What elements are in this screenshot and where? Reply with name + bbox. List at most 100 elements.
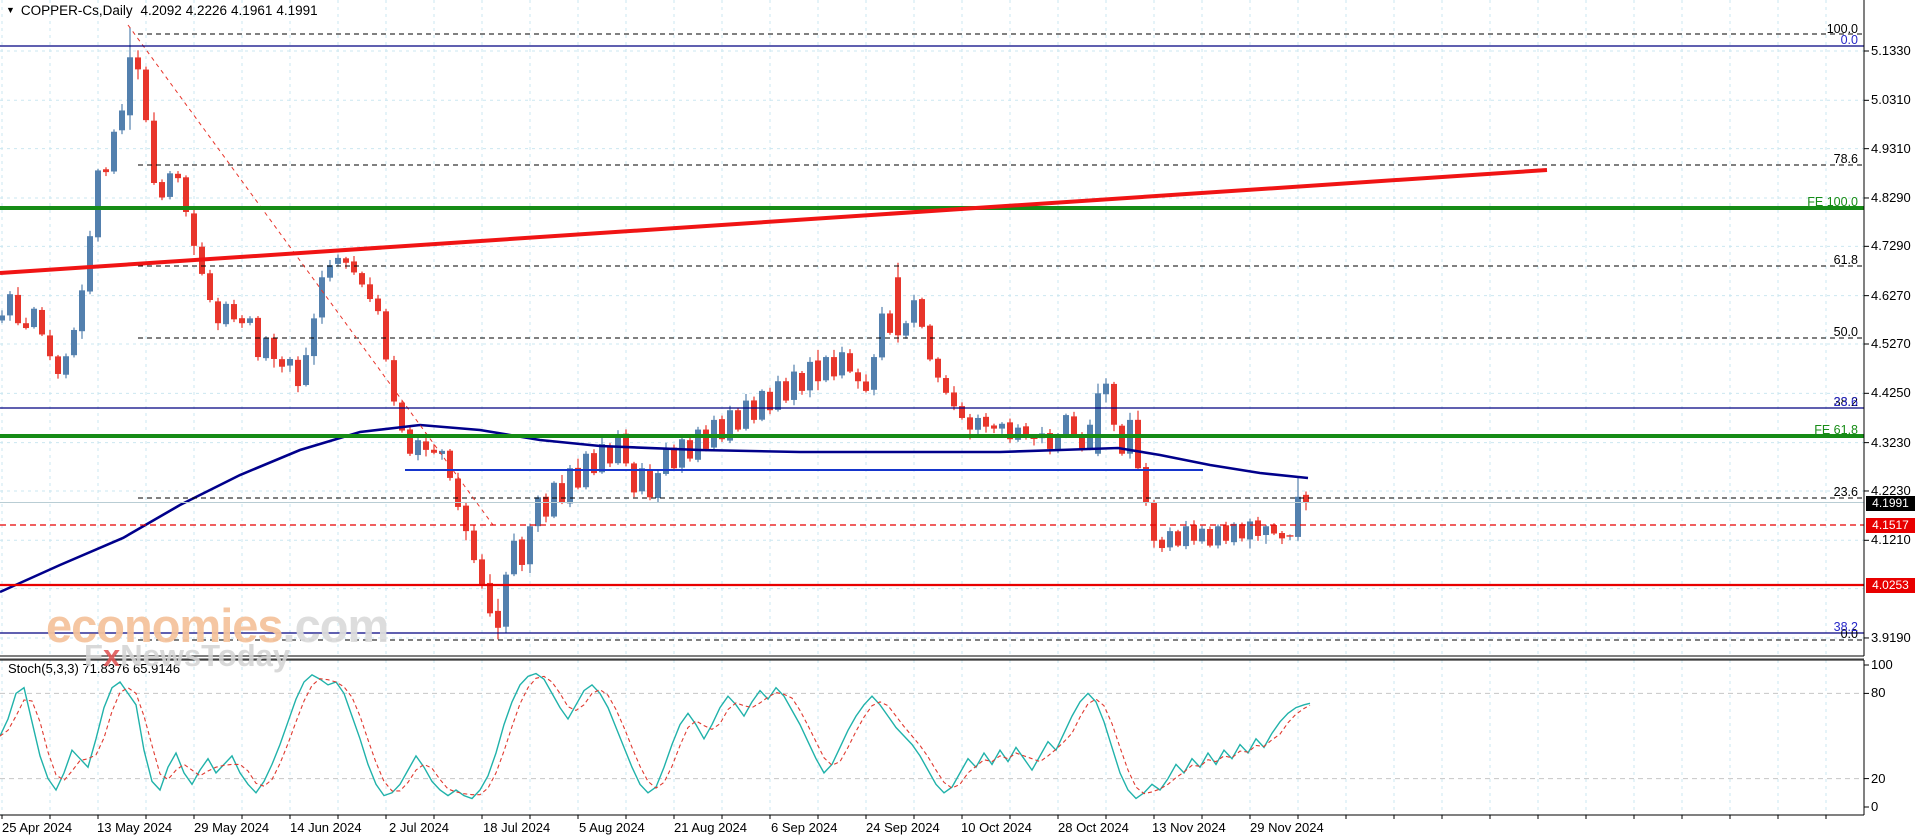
candle-body-bull — [1103, 383, 1109, 395]
candle-body-bear — [191, 213, 197, 246]
candle-body-bull — [599, 444, 605, 473]
price-axis-label: 4.9310 — [1871, 140, 1911, 156]
candle-body-bear — [423, 441, 429, 450]
date-axis-label: 24 Sep 2024 — [866, 820, 940, 835]
candle-body-bull — [263, 337, 269, 359]
candle-body-bear — [1175, 531, 1181, 546]
stoch-axis-label: 100 — [1871, 657, 1893, 672]
candle-body-bull — [79, 290, 85, 332]
price-axis-label: 4.1210 — [1871, 532, 1911, 548]
candle-body-bull — [655, 473, 661, 499]
candle-body-bull — [975, 417, 981, 430]
chart-title: ▼ COPPER-Cs,Daily 4.2092 4.2226 4.1961 4.199… — [6, 3, 322, 18]
price-axis-label: 4.3230 — [1871, 434, 1911, 450]
candle-body-bear — [815, 360, 821, 382]
candle-body-bull — [807, 361, 813, 391]
price-chart-canvas[interactable] — [0, 0, 1916, 840]
stoch-name: Stoch(5,3,3) — [8, 661, 79, 676]
fib-blue-label: 38.2 — [1833, 620, 1858, 634]
candle-body-bull — [303, 355, 309, 386]
candle-body-bear — [159, 182, 165, 198]
ohlc-low: 4.1961 — [231, 3, 273, 18]
stoch-axis-label: 0 — [1871, 799, 1879, 814]
candle-body-bull — [167, 173, 173, 197]
candle-body-bear — [783, 381, 789, 401]
candle-body-bear — [1071, 416, 1077, 435]
candle-body-bear — [671, 447, 677, 469]
price-axis-label: 3.9190 — [1871, 629, 1911, 645]
candle-body-bear — [375, 298, 381, 312]
candle-body-bear — [895, 277, 901, 336]
candle-body-bull — [7, 294, 13, 316]
candle-body-bear — [151, 120, 157, 183]
candle-body-bull — [879, 313, 885, 358]
date-axis-label: 28 Oct 2024 — [1058, 820, 1129, 835]
price-axis-label: 4.8290 — [1871, 189, 1911, 205]
candle-body-bear — [799, 372, 805, 391]
candle-body-bull — [127, 57, 133, 116]
fib-black-label: 23.6 — [1833, 485, 1858, 499]
candle-body-bull — [999, 423, 1005, 429]
candle-body-bull — [511, 540, 517, 575]
candle-body-bull — [551, 482, 557, 517]
fxnewstoday-watermark: FxNewsToday — [84, 638, 290, 674]
candle-body-bear — [495, 610, 501, 628]
candle-body-bull — [335, 257, 341, 264]
candle-body-bear — [447, 450, 453, 478]
fib-blue-label: 0.0 — [1840, 33, 1858, 47]
candle-body-bear — [951, 392, 957, 407]
date-axis-label: 6 Sep 2024 — [771, 820, 838, 835]
moving-average-line — [0, 423, 1309, 594]
candle-body-bull — [287, 358, 293, 366]
level-price-badge: 4.0253 — [1866, 577, 1915, 593]
candle-body-bull — [743, 400, 749, 429]
candle-body-bear — [1111, 383, 1117, 425]
date-axis-label: 29 May 2024 — [194, 820, 270, 835]
price-axis-label: 4.4250 — [1871, 385, 1911, 401]
candle-body-bear — [407, 429, 413, 454]
candle-body-bull — [535, 497, 541, 527]
watermark-suffix-text: .com — [282, 599, 390, 652]
candle-body-bear — [135, 57, 141, 70]
candle-body-bear — [983, 416, 989, 427]
ohlc-open: 4.2092 — [140, 3, 182, 18]
candle-body-bear — [463, 505, 469, 532]
candle-body-bear — [1135, 419, 1141, 469]
watermark-x: x — [102, 638, 121, 673]
candle-body-bull — [95, 170, 101, 238]
candle-body-bull — [0, 315, 5, 321]
candle-body-bear — [703, 429, 709, 449]
candle-body-bear — [543, 496, 549, 517]
stoch-axis-label: 80 — [1871, 685, 1886, 701]
candle-body-bull — [759, 390, 765, 420]
candle-body-bear — [103, 169, 109, 173]
symbol-dropdown-icon[interactable]: ▼ — [6, 5, 15, 15]
candle-body-bear — [391, 360, 397, 402]
candle-body-bull — [823, 357, 829, 381]
candle-body-bull — [839, 352, 845, 376]
candle-body-bear — [1279, 533, 1285, 539]
ohlc-high: 4.2226 — [185, 3, 228, 18]
candle-body-bull — [1247, 521, 1253, 540]
candle-body-bear — [1159, 539, 1165, 549]
candle-body-bull — [503, 574, 509, 627]
candle-body-bear — [207, 273, 213, 300]
candle-body-bull — [679, 439, 685, 468]
fe-green-label: FE 61.8 — [1814, 423, 1858, 437]
date-axis-label: 5 Aug 2024 — [579, 820, 645, 835]
price-axis-label: 4.6270 — [1871, 287, 1911, 303]
candle-body-bear — [967, 417, 973, 430]
candle-body-bull — [111, 131, 117, 172]
watermark-f: F — [84, 638, 103, 673]
fib-black-label: 50.0 — [1833, 325, 1858, 339]
price-axis-label: 4.5270 — [1871, 335, 1911, 351]
price-axis-label: 5.1330 — [1871, 42, 1911, 58]
date-axis-label: 10 Oct 2024 — [961, 820, 1032, 835]
candle-body-bear — [943, 378, 949, 393]
candle-body-bear — [271, 337, 277, 359]
candle-body-bear — [991, 425, 997, 429]
price-axis-label: 5.0310 — [1871, 92, 1911, 108]
candle-body-bull — [319, 277, 325, 318]
price-axis-label: 4.7290 — [1871, 238, 1911, 254]
symbol-period-label: COPPER-Cs,Daily — [20, 3, 133, 18]
